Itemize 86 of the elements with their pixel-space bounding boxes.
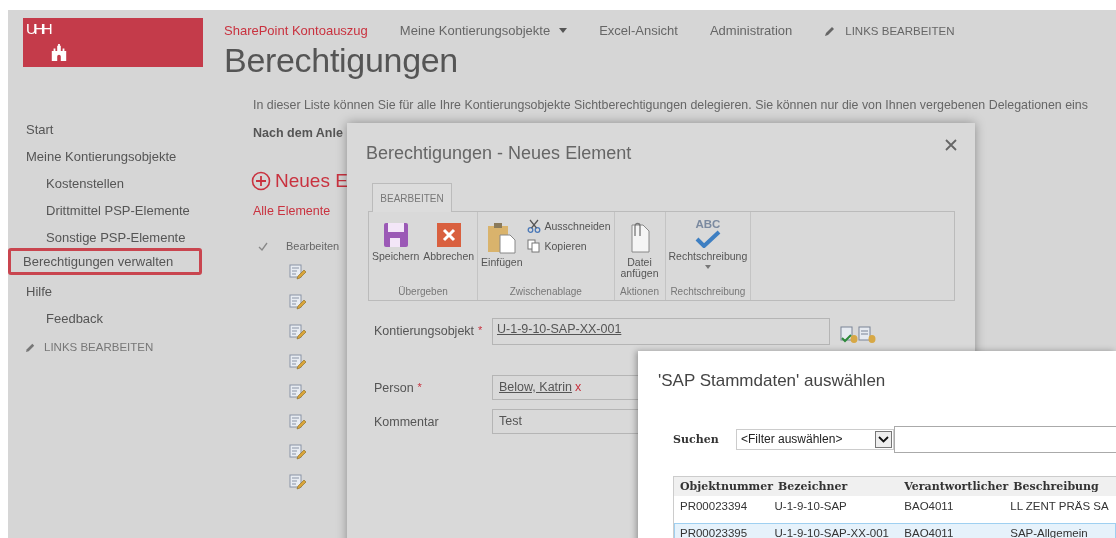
edit-document-icon[interactable] <box>289 384 306 401</box>
edit-document-icon[interactable] <box>289 264 306 281</box>
paperclip-document-icon <box>628 222 651 254</box>
dialog-title: Berechtigungen - Neues Element <box>366 143 632 164</box>
note-text: Nach dem Anle <box>253 126 343 140</box>
column-header: Verantwortlicher <box>903 480 1009 493</box>
page-title: Berechtigungen <box>224 41 459 80</box>
column-header: Objektnummer <box>679 480 774 493</box>
cancel-icon <box>435 222 462 248</box>
nav-link[interactable]: Administration <box>709 23 793 38</box>
table-cell-text: BAO4011 <box>903 526 955 538</box>
table-cell-text: PR00023395 <box>679 526 749 538</box>
dialog-title: 'SAP Stammdaten' auswählen <box>658 371 887 391</box>
nav-link[interactable]: Meine Kontierungsobjekte <box>399 23 551 38</box>
new-item-link[interactable]: Neues E <box>275 170 348 192</box>
caret-icon[interactable] <box>704 265 711 269</box>
field-label: Kontierungsobjekt <box>374 324 475 338</box>
field-label: Kommentar <box>374 415 439 429</box>
sidebar-item[interactable]: Start <box>8 113 232 140</box>
table-cell-text: PR00023394 <box>679 499 749 512</box>
edit-document-icon[interactable] <box>289 474 306 491</box>
copy-icon <box>526 239 541 253</box>
ribbon-tab[interactable]: BEARBEITEN <box>372 183 452 212</box>
edit-document-icon[interactable] <box>289 414 306 431</box>
table-cell-text: U-1-9-10-SAP-XX-001 <box>773 526 890 538</box>
required-mark: * <box>478 324 483 338</box>
ribbon-button[interactable]: Datei anfügen <box>617 257 662 279</box>
sidebar-item[interactable]: Kostenstellen <box>8 167 232 194</box>
plus-circle-icon[interactable] <box>251 171 271 191</box>
nav-link[interactable]: Excel-Ansicht <box>599 23 678 38</box>
caret-icon[interactable] <box>559 28 568 33</box>
column-header[interactable]: Bearbeiten <box>286 240 340 252</box>
required-mark: * <box>417 381 422 395</box>
nav-link[interactable]: LINKS BEARBEITEN <box>845 24 955 37</box>
ribbon-group-label: Übergeben <box>397 286 449 297</box>
column-header: Beschreibung <box>1012 480 1100 493</box>
edit-document-icon[interactable] <box>289 354 306 371</box>
check-names-icon[interactable] <box>840 326 858 344</box>
ribbon-button[interactable]: Einfügen <box>481 257 523 268</box>
field-label: Person <box>374 381 414 395</box>
ribbon-button[interactable]: Speichern <box>372 251 420 262</box>
table-cell-text: LL ZENT PRÄS SA <box>1009 499 1110 512</box>
ribbon-button[interactable]: Abbrechen <box>423 251 475 262</box>
search-label: Suchen <box>673 433 720 446</box>
checkmark-icon <box>694 230 721 248</box>
edit-document-icon[interactable] <box>289 294 306 311</box>
sidebar-item[interactable]: Drittmittel PSP-Elemente <box>8 194 232 221</box>
clipboard-icon <box>486 222 517 254</box>
sidebar-item[interactable]: Meine Kontierungsobjekte <box>8 140 232 167</box>
view-link[interactable]: Alle Elemente <box>253 204 331 218</box>
pencil-icon <box>25 341 36 353</box>
input-field[interactable]: U-1-9-10-SAP-XX-001 <box>492 318 830 345</box>
table-cell-text: BAO4011 <box>903 499 955 512</box>
nav-link[interactable]: SharePoint Kontoauszug <box>224 23 368 38</box>
castle-icon <box>50 43 68 61</box>
ribbon-group-label: Zwischenablage <box>508 286 583 297</box>
scissors-icon <box>526 219 541 233</box>
edit-document-icon[interactable] <box>289 324 306 341</box>
search-field[interactable] <box>894 426 1116 453</box>
table-row[interactable]: PR00023395 U-1-9-10-SAP-XX-001 BAO4011 SAP-Allgemein <box>674 523 1116 538</box>
logo-text: UHH <box>26 21 50 37</box>
table-cell-text: U-1-9-10-SAP <box>773 499 848 512</box>
sidebar-item[interactable]: Sonstige PSP-Elemente <box>8 221 232 248</box>
ribbon-button[interactable]: Kopieren <box>544 240 587 252</box>
table-row[interactable]: PR00023394 U-1-9-10-SAP BAO4011 LL ZENT PRÄS SA <box>674 496 1116 515</box>
ribbon-button[interactable]: Ausschneiden <box>544 220 611 232</box>
ribbon-group-label: Aktionen <box>619 286 660 297</box>
filter-dropdown[interactable]: <Filter auswählen> <box>736 429 894 450</box>
logo[interactable]: UHH <box>23 18 203 67</box>
address-book-icon[interactable] <box>858 326 876 344</box>
check-icon[interactable] <box>258 241 268 251</box>
pencil-icon <box>824 24 837 37</box>
close-icon[interactable] <box>945 139 957 151</box>
remove-link[interactable]: x <box>574 380 582 394</box>
intro-text: In dieser Liste können Sie für alle Ihre Kontierungsobjekte Sichtberechtigungen delegieren. Sie können nur die von Ihnen vergebenen Delegationen eins <box>253 98 1088 112</box>
table-cell-text: SAP-Allgemein <box>1009 526 1089 538</box>
sidebar-item[interactable]: Berechtigungen verwalten <box>8 248 202 275</box>
edit-document-icon[interactable] <box>289 444 306 461</box>
person-link[interactable]: Below, Katrin <box>499 380 572 394</box>
abc-label: ABC <box>695 218 721 230</box>
ribbon-group-label: Rechtschreibung <box>669 286 747 297</box>
edit-links-link[interactable]: LINKS BEARBEITEN <box>44 341 154 353</box>
column-header: Bezeichner <box>777 480 849 493</box>
ribbon-button[interactable]: Rechtschreibung <box>668 251 748 262</box>
sidebar-item[interactable]: Feedback <box>8 302 232 329</box>
sidebar-item[interactable]: Hilfe <box>8 275 232 302</box>
